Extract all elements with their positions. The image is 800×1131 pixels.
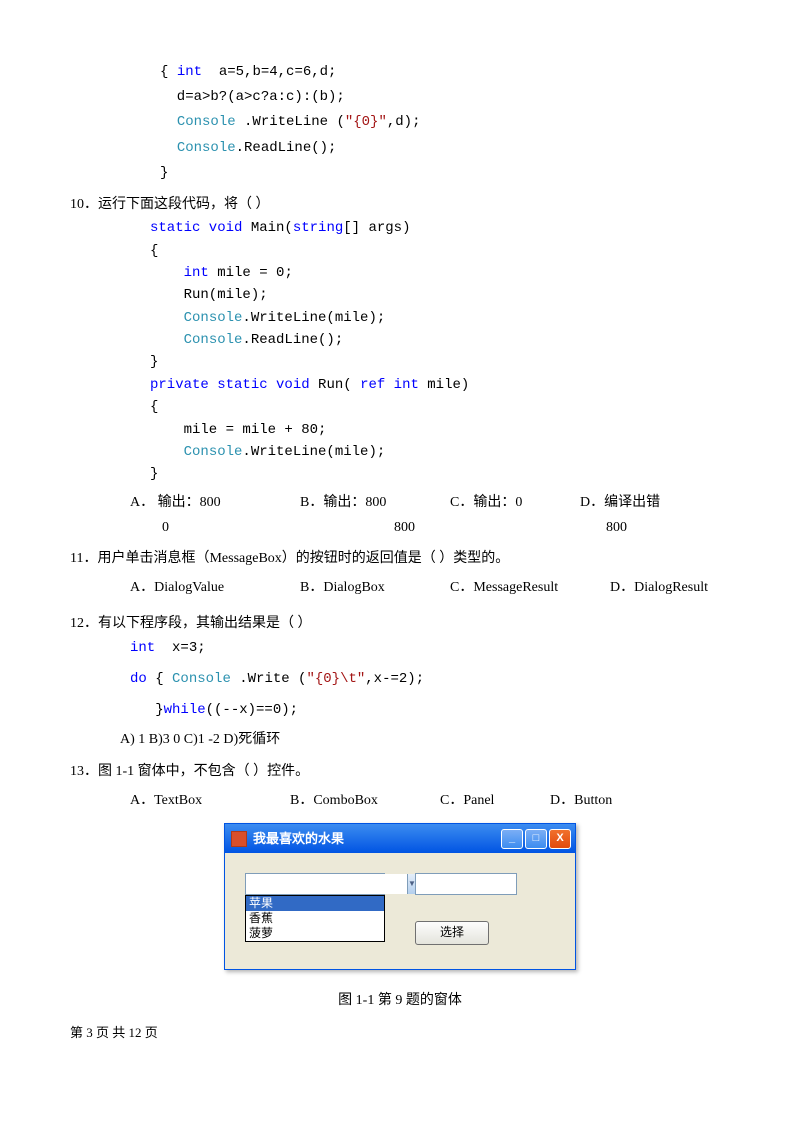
code-line: Console.ReadLine(); — [150, 329, 730, 351]
titlebar[interactable]: 我最喜欢的水果 _ □ X — [225, 824, 575, 853]
code-line: { — [150, 240, 730, 262]
option-a: A．DialogValue — [130, 575, 300, 600]
code-line: do { Console .Write ("{0}\t",x-=2); — [130, 667, 730, 692]
option-d: D．Button — [550, 788, 612, 813]
close-button[interactable]: X — [549, 829, 571, 849]
code-line: mile = mile + 80; — [150, 419, 730, 441]
app-icon — [231, 831, 247, 847]
code-line: private static void Run( ref int mile) — [150, 374, 730, 396]
question-11: 11．用户单击消息框（MessageBox）的按钮时的返回值是（ ）类型的。 — [70, 546, 730, 571]
option-a: A．TextBox — [130, 788, 290, 813]
combobox-input[interactable] — [246, 874, 407, 894]
option-c: C．Panel — [440, 788, 550, 813]
dropdown-item[interactable]: 香蕉 — [246, 911, 384, 926]
code-line: Console .WriteLine ("{0}",d); — [70, 110, 730, 135]
option-b: B．DialogBox — [300, 575, 450, 600]
option-b: B．ComboBox — [290, 788, 440, 813]
code-line: d=a>b?(a>c?a:c):(b); — [70, 85, 730, 110]
dropdown-item[interactable]: 苹果 — [246, 896, 384, 911]
code-line: Console.WriteLine(mile); — [150, 441, 730, 463]
page-footer: 第 3 页 共 12 页 — [70, 1021, 730, 1044]
option-c: C．MessageResult — [450, 575, 610, 600]
option-d: D．编译出错 — [580, 490, 660, 515]
code-line: Console.WriteLine(mile); — [150, 307, 730, 329]
select-button[interactable]: 选择 — [415, 921, 489, 945]
code-line: int x=3; — [130, 636, 730, 661]
option-c: C．输出：0 — [450, 490, 580, 515]
dropdown-item[interactable]: 菠萝 — [246, 926, 384, 941]
code-line: { int a=5,b=4,c=6,d; — [70, 60, 730, 85]
window-title: 我最喜欢的水果 — [253, 827, 499, 850]
option-a-2: 0 — [130, 515, 332, 540]
code-line: } — [150, 463, 730, 485]
combobox-dropdown[interactable]: 苹果 香蕉 菠萝 — [245, 895, 385, 942]
code-line: } — [70, 161, 730, 186]
q11-options: A．DialogValue B．DialogBox C．MessageResul… — [70, 575, 730, 600]
maximize-button[interactable]: □ — [525, 829, 547, 849]
code-line: int mile = 0; — [150, 262, 730, 284]
option-c-2: 800 — [544, 515, 736, 540]
q12-options: A) 1 B)3 0 C)1 -2 D)死循环 — [70, 727, 730, 752]
code-line: { — [150, 396, 730, 418]
question-10: 10．运行下面这段代码，将（ ） — [70, 192, 730, 217]
q10-options: A． 输出：800 B．输出：800 C．输出：0 D．编译出错 0 800 8… — [70, 490, 730, 540]
option-b-2: 800 — [332, 515, 544, 540]
combobox[interactable]: ▼ — [245, 873, 385, 895]
question-13: 13．图 1-1 窗体中，不包含（ ）控件。 — [70, 759, 730, 784]
option-a: A． 输出：800 — [130, 490, 300, 515]
question-12: 12．有以下程序段，其输出结果是（ ） — [70, 611, 730, 636]
code-line: }while((--x)==0); — [130, 698, 730, 723]
q13-options: A．TextBox B．ComboBox C．Panel D．Button — [70, 788, 730, 813]
textbox[interactable] — [415, 873, 517, 895]
code-block-9: { int a=5,b=4,c=6,d; d=a>b?(a>c?a:c):(b)… — [70, 60, 730, 186]
form-window: 我最喜欢的水果 _ □ X ▼ 苹果 香蕉 菠萝 选择 — [224, 823, 576, 970]
figure-caption: 图 1-1 第 9 题的窗体 — [70, 988, 730, 1013]
option-d: D．DialogResult — [610, 575, 708, 600]
code-line: static void Main(string[] args) — [150, 217, 730, 239]
code-line: Run(mile); — [150, 284, 730, 306]
minimize-button[interactable]: _ — [501, 829, 523, 849]
code-line: Console.ReadLine(); — [70, 136, 730, 161]
code-line: } — [150, 351, 730, 373]
option-b: B．输出：800 — [300, 490, 450, 515]
